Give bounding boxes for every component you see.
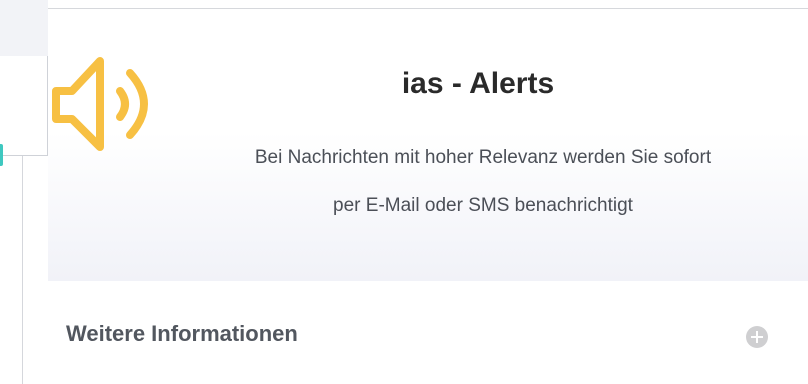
left-popover xyxy=(0,56,48,166)
left-panel xyxy=(0,0,48,384)
alerts-title: ias - Alerts xyxy=(401,67,555,100)
speaker-icon xyxy=(52,57,148,151)
left-menu-item-active[interactable] xyxy=(0,0,48,56)
accent-marker xyxy=(0,144,3,166)
divider-line xyxy=(22,156,23,384)
alerts-hero: ias - Alerts Bei Nachrichten mit hoher R… xyxy=(48,9,808,281)
page: ias - Alerts Bei Nachrichten mit hoher R… xyxy=(0,0,808,384)
alerts-card: ias - Alerts Bei Nachrichten mit hoher R… xyxy=(48,0,808,384)
more-info-label: Weitere Informationen xyxy=(66,321,298,346)
alerts-description-line-1: Bei Nachrichten mit hoher Relevanz werde… xyxy=(254,147,712,168)
alerts-description: Bei Nachrichten mit hoher Relevanz werde… xyxy=(158,134,808,230)
more-info-row[interactable]: Weitere Informationen xyxy=(48,281,808,384)
alerts-description-line-2: per E-Mail oder SMS benachrichtigt xyxy=(333,195,633,216)
plus-circle-icon[interactable] xyxy=(746,326,768,348)
